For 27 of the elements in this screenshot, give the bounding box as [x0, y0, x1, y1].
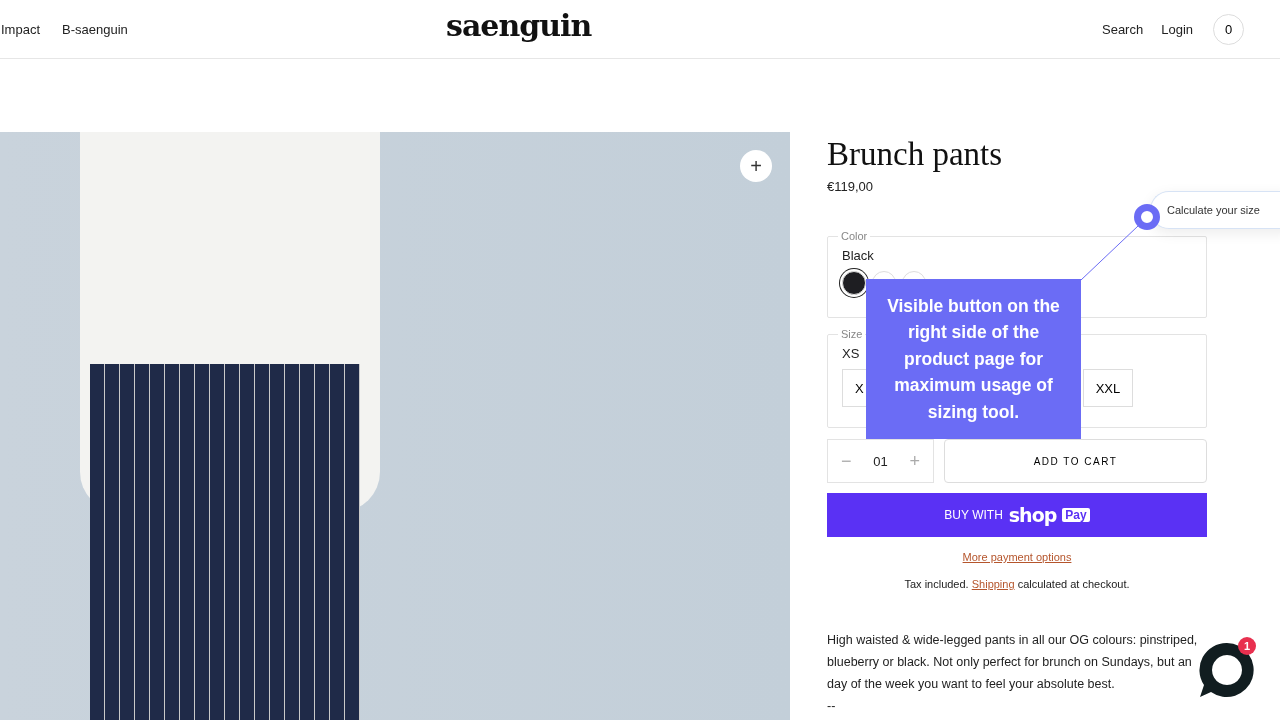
annotation-tooltip: Visible button on the right side of the product page for maximum usage of sizing tool. — [866, 279, 1081, 439]
tax-note: Tax included. Shipping calculated at checkout. — [903, 578, 1131, 590]
field-legend: Size — [838, 328, 866, 340]
cart-button[interactable]: 0 — [1213, 13, 1244, 45]
leader-line — [1080, 225, 1139, 281]
product-description: High waisted & wide-legged pants in all our OG colours: pinstriped, blueberry or black. Not only perfect for brunch on Sundays, but an day of the week you want to feel your absolute best. -- — [827, 632, 1199, 715]
notification-badge: 1 — [1238, 637, 1256, 655]
selected-size: XS — [842, 346, 860, 361]
product-title: Brunch pants — [827, 136, 1004, 173]
more-payment-link[interactable]: More payment options — [962, 551, 1072, 563]
ring-icon — [1134, 204, 1160, 230]
color-swatch[interactable] — [842, 271, 866, 295]
product-price: €119,00 — [827, 179, 875, 194]
shipping-link[interactable]: Shipping — [971, 578, 1015, 590]
chat-bubble-icon[interactable] — [1198, 641, 1256, 699]
selected-color: Black — [842, 248, 874, 263]
quantity-value: 01 — [873, 453, 888, 469]
nav-link[interactable]: Impact — [1, 21, 40, 37]
field-legend: Color — [838, 230, 871, 242]
nav-link[interactable]: B-saenguin — [62, 21, 128, 37]
add-to-cart-button[interactable]: ADD TO CART — [944, 439, 1207, 483]
nav-link[interactable]: Login — [1161, 21, 1193, 37]
nav-link[interactable]: Search — [1102, 21, 1144, 37]
site-logo[interactable]: saenguin — [446, 8, 592, 43]
shop-pay-button[interactable]: BUY WITH shop Pay — [827, 493, 1207, 537]
calculate-size-button[interactable]: Calculate your size — [1150, 191, 1280, 229]
size-option[interactable]: XXL — [1082, 369, 1134, 407]
